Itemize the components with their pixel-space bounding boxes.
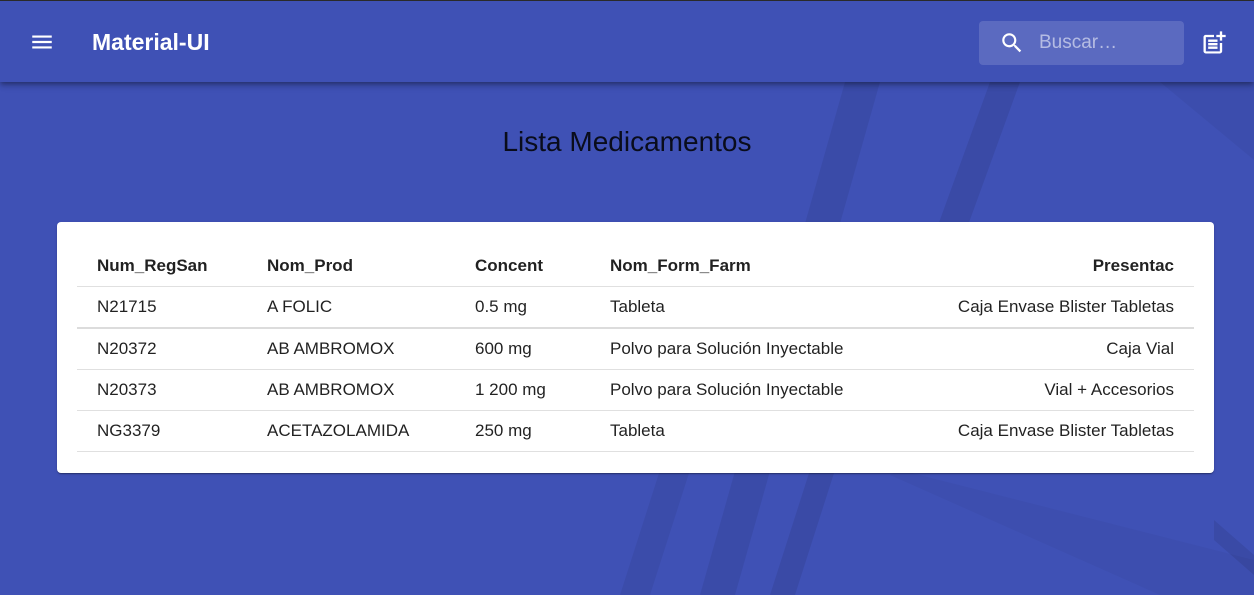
table-row[interactable]: N20372 AB AMBROMOX 600 mg Polvo para Sol… (77, 328, 1194, 370)
cell-nom-form-farm: Polvo para Solución Inyectable (590, 328, 910, 370)
page-title: Lista Medicamentos (502, 126, 752, 157)
menu-icon (32, 35, 52, 49)
cell-num-regsan: N21715 (77, 286, 247, 329)
column-header-nom-form-farm[interactable]: Nom_Form_Farm (590, 245, 910, 287)
cell-presentac: Caja Envase Blister Tabletas (910, 410, 1194, 452)
post-add-icon (1203, 31, 1226, 54)
cell-concent: 0.5 mg (455, 286, 590, 329)
app-title: Material-UI (92, 29, 210, 55)
table-row[interactable]: NG3379 ACETAZOLAMIDA 250 mg Tableta Caja… (77, 410, 1194, 452)
cell-num-regsan: N20372 (77, 328, 247, 370)
cell-presentac: Caja Vial (910, 328, 1194, 370)
cell-nom-prod: A FOLIC (247, 286, 455, 329)
table-row[interactable]: N21715 A FOLIC 0.5 mg Tableta Caja Envas… (77, 286, 1194, 329)
menu-button[interactable] (18, 20, 66, 64)
cell-nom-prod: ACETAZOLAMIDA (247, 410, 455, 452)
table-header-row: Num_RegSan Nom_Prod Concent Nom_Form_Far… (77, 245, 1194, 287)
cell-concent: 1 200 mg (455, 369, 590, 411)
column-header-num-regsan[interactable]: Num_RegSan (77, 245, 247, 287)
cell-nom-prod: AB AMBROMOX (247, 328, 455, 370)
column-header-nom-prod[interactable]: Nom_Prod (247, 245, 455, 287)
cell-nom-prod: AB AMBROMOX (247, 369, 455, 411)
medications-table-card: Num_RegSan Nom_Prod Concent Nom_Form_Far… (57, 222, 1214, 473)
search-icon (1002, 33, 1022, 53)
cell-presentac: Caja Envase Blister Tabletas (910, 286, 1194, 329)
cell-num-regsan: N20373 (77, 369, 247, 411)
cell-nom-form-farm: Tableta (590, 286, 910, 329)
cell-concent: 250 mg (455, 410, 590, 452)
cell-nom-form-farm: Polvo para Solución Inyectable (590, 369, 910, 411)
add-medication-button[interactable] (1196, 27, 1232, 59)
search-input[interactable] (1039, 21, 1179, 65)
table-row[interactable]: N20373 AB AMBROMOX 1 200 mg Polvo para S… (77, 369, 1194, 411)
search-box[interactable] (979, 21, 1184, 65)
cell-concent: 600 mg (455, 328, 590, 370)
cell-nom-form-farm: Tableta (590, 410, 910, 452)
medications-table: Num_RegSan Nom_Prod Concent Nom_Form_Far… (77, 245, 1194, 452)
app-bar: Material-UI (0, 0, 1254, 82)
column-header-concent[interactable]: Concent (455, 245, 590, 287)
cell-num-regsan: NG3379 (77, 410, 247, 452)
cell-presentac: Vial + Accesorios (910, 369, 1194, 411)
column-header-presentac[interactable]: Presentac (910, 245, 1194, 287)
